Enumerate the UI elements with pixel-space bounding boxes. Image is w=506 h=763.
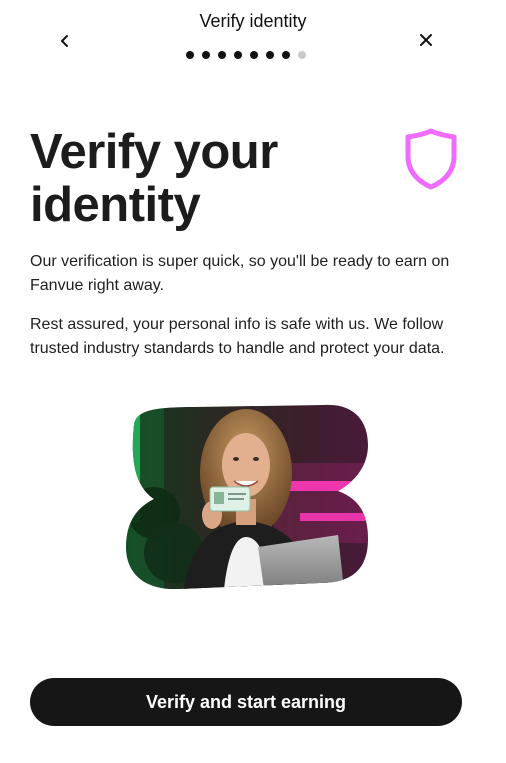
back-button[interactable] (52, 28, 78, 54)
step-dot (218, 51, 226, 59)
page-headline: Verify your identity (30, 125, 278, 232)
step-dot (282, 51, 290, 59)
intro-paragraph: Our verification is super quick, so you'… (30, 253, 450, 294)
step-dot (266, 51, 274, 59)
verify-start-earning-button[interactable]: Verify and start earning (30, 678, 462, 726)
verify-identity-screen: Verify identity Verify your identity Our… (0, 0, 506, 763)
progress-stepper (186, 50, 306, 60)
step-dot (250, 51, 258, 59)
close-icon (420, 34, 432, 46)
shield-icon (405, 128, 457, 190)
chevron-left-icon (61, 35, 68, 47)
privacy-paragraph: Rest assured, your personal info is safe… (30, 316, 445, 357)
close-button[interactable] (413, 27, 439, 53)
step-dot (186, 51, 194, 59)
verification-hero-image (126, 404, 368, 589)
step-dot (234, 51, 242, 59)
step-dot (298, 51, 306, 59)
step-dot (202, 51, 210, 59)
